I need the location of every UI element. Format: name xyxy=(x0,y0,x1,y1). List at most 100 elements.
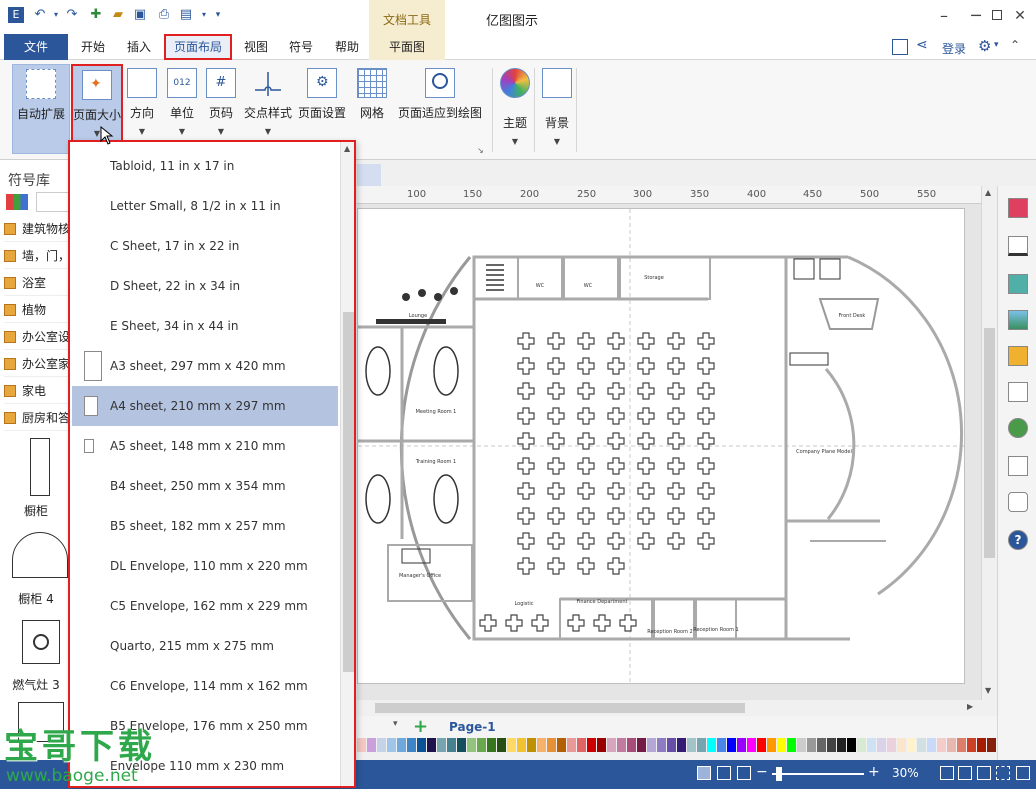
color-swatch[interactable] xyxy=(447,738,456,752)
color-swatch[interactable] xyxy=(377,738,386,752)
color-swatch[interactable] xyxy=(917,738,926,752)
image-icon[interactable] xyxy=(1008,310,1028,330)
color-swatch[interactable] xyxy=(867,738,876,752)
workstation-shape[interactable] xyxy=(697,332,715,350)
color-swatch[interactable] xyxy=(877,738,886,752)
workstation-shape[interactable] xyxy=(667,482,685,500)
color-swatch[interactable] xyxy=(667,738,676,752)
tab-view[interactable]: 视图 xyxy=(236,34,276,60)
color-swatch[interactable] xyxy=(647,738,656,752)
workstation-shape[interactable] xyxy=(637,382,655,400)
share-screen-icon[interactable] xyxy=(892,39,908,55)
workstation-shape[interactable] xyxy=(667,532,685,550)
page-size-option[interactable]: A4 sheet, 210 mm x 297 mm xyxy=(72,386,338,426)
workstation-shape[interactable] xyxy=(637,407,655,425)
workstation-shape[interactable] xyxy=(607,557,625,575)
normal-view-icon[interactable] xyxy=(697,766,711,780)
workstation-shape[interactable] xyxy=(637,532,655,550)
library-category[interactable]: 植物 xyxy=(4,297,72,323)
color-swatch[interactable] xyxy=(477,738,486,752)
full-screen-icon[interactable] xyxy=(717,766,731,780)
collapse-ribbon-icon[interactable]: ⌃ xyxy=(1010,38,1020,52)
workstation-shape[interactable] xyxy=(637,507,655,525)
library-category[interactable]: 墙，门， xyxy=(4,243,72,269)
workstation-shape[interactable] xyxy=(517,482,535,500)
library-category[interactable]: 家电 xyxy=(4,378,72,404)
color-swatch[interactable] xyxy=(857,738,866,752)
workstation-shape[interactable] xyxy=(547,332,565,350)
library-category[interactable]: 办公室设 xyxy=(4,324,72,350)
color-swatch[interactable] xyxy=(727,738,736,752)
color-swatch[interactable] xyxy=(947,738,956,752)
settings-gear-icon[interactable]: ⚙ xyxy=(978,37,991,55)
tab-home[interactable]: 开始 xyxy=(72,34,114,60)
workstation-shape[interactable] xyxy=(567,614,585,632)
page-size-option[interactable]: Quarto, 215 mm x 275 mm xyxy=(72,626,338,666)
color-swatch[interactable] xyxy=(557,738,566,752)
color-swatch[interactable] xyxy=(657,738,666,752)
zoom-out-button[interactable]: − xyxy=(756,764,768,780)
color-swatch[interactable] xyxy=(887,738,896,752)
workstation-shape[interactable] xyxy=(607,407,625,425)
workstation-shape[interactable] xyxy=(577,457,595,475)
fill-icon[interactable] xyxy=(1008,198,1028,218)
cabinet-shape[interactable] xyxy=(30,438,50,496)
workstation-shape[interactable] xyxy=(577,332,595,350)
workstation-shape[interactable] xyxy=(517,382,535,400)
workstation-shape[interactable] xyxy=(697,407,715,425)
workstation-shape[interactable] xyxy=(517,507,535,525)
page-size-option[interactable]: C6 Envelope, 114 mm x 162 mm xyxy=(72,666,338,706)
page-size-option[interactable]: Letter Small, 8 1/2 in x 11 in xyxy=(72,186,338,226)
color-swatch[interactable] xyxy=(827,738,836,752)
workstation-shape[interactable] xyxy=(667,457,685,475)
color-swatch[interactable] xyxy=(897,738,906,752)
color-swatch[interactable] xyxy=(987,738,996,752)
color-swatch[interactable] xyxy=(797,738,806,752)
workstation-shape[interactable] xyxy=(577,357,595,375)
workstation-shape[interactable] xyxy=(697,357,715,375)
page-size-option[interactable]: B5 sheet, 182 mm x 257 mm xyxy=(72,506,338,546)
workstation-shape[interactable] xyxy=(667,332,685,350)
color-swatch[interactable] xyxy=(417,738,426,752)
color-swatch[interactable] xyxy=(707,738,716,752)
color-swatch[interactable] xyxy=(617,738,626,752)
color-swatch[interactable] xyxy=(527,738,536,752)
login-link[interactable]: 登录 xyxy=(942,40,966,57)
drawing-page[interactable]: WC WC Storage Lounge Front Desk Meeting … xyxy=(357,208,965,684)
color-palette[interactable] xyxy=(357,738,997,754)
library-search-input[interactable] xyxy=(36,192,70,212)
share-icon[interactable]: ⋖ xyxy=(916,37,928,53)
color-swatch[interactable] xyxy=(847,738,856,752)
workstation-shape[interactable] xyxy=(517,407,535,425)
workstation-shape[interactable] xyxy=(547,407,565,425)
workstation-shape[interactable] xyxy=(593,614,611,632)
customize-toolbar-icon[interactable]: ▾ xyxy=(210,7,226,23)
page-icon[interactable] xyxy=(1008,382,1028,402)
gas-stove-3-shape[interactable] xyxy=(22,620,60,664)
color-swatch[interactable] xyxy=(937,738,946,752)
floor-plan-drawing[interactable]: WC WC Storage Lounge Front Desk Meeting … xyxy=(358,209,964,683)
page-size-option[interactable]: DL Envelope, 110 mm x 220 mm xyxy=(72,546,338,586)
workstation-shape[interactable] xyxy=(547,457,565,475)
layer-icon[interactable] xyxy=(1008,346,1028,366)
vertical-scroll-thumb[interactable] xyxy=(984,328,995,558)
color-swatch[interactable] xyxy=(767,738,776,752)
workstation-shape[interactable] xyxy=(667,507,685,525)
minimize-ribbon-icon[interactable]: – xyxy=(934,6,954,26)
color-swatch[interactable] xyxy=(607,738,616,752)
color-swatch[interactable] xyxy=(817,738,826,752)
color-swatch[interactable] xyxy=(567,738,576,752)
workstation-shape[interactable] xyxy=(667,382,685,400)
page-size-option[interactable]: B4 sheet, 250 mm x 354 mm xyxy=(72,466,338,506)
scroll-up-icon[interactable]: ▲ xyxy=(985,188,991,197)
library-category[interactable]: 办公室家 xyxy=(4,351,72,377)
help-icon[interactable]: ? xyxy=(1008,530,1028,550)
page-list-dropdown-icon[interactable]: ▾ xyxy=(393,719,398,729)
page-size-option[interactable]: C Sheet, 17 in x 22 in xyxy=(72,226,338,266)
workstation-shape[interactable] xyxy=(697,507,715,525)
color-swatch[interactable] xyxy=(787,738,796,752)
workstation-shape[interactable] xyxy=(607,507,625,525)
workstation-shape[interactable] xyxy=(667,407,685,425)
tab-file[interactable]: 文件 xyxy=(4,34,68,60)
workstation-shape[interactable] xyxy=(547,482,565,500)
